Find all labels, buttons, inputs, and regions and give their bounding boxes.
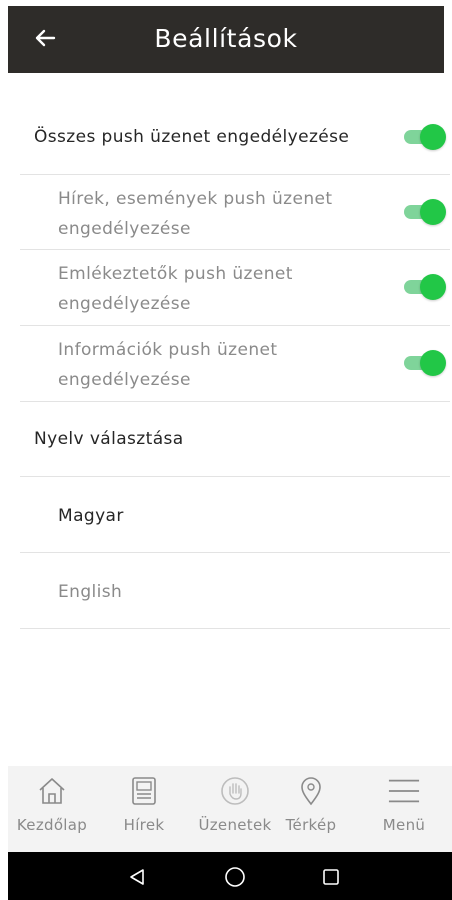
toggle-knob bbox=[420, 124, 446, 150]
toggle-knob bbox=[420, 199, 446, 225]
circle-home-icon bbox=[225, 867, 245, 887]
setting-info-push-label-line1: Információk push üzenet bbox=[58, 340, 278, 360]
nav-item-messages[interactable]: Üzenetek bbox=[192, 774, 278, 846]
setting-all-push-label: Összes push üzenet engedélyezése bbox=[34, 127, 350, 147]
home-icon bbox=[36, 774, 68, 808]
language-option-label: English bbox=[58, 582, 123, 602]
setting-all-push: Összes push üzenet engedélyezése bbox=[20, 100, 450, 175]
setting-reminder-push: Emlékeztetők push üzenet engedélyezése bbox=[20, 250, 450, 326]
language-option-english[interactable]: English bbox=[20, 553, 450, 629]
setting-news-push-label-line1: Hírek, események push üzenet bbox=[58, 189, 333, 209]
map-pin-icon bbox=[295, 774, 327, 808]
nav-label: Kezdőlap bbox=[16, 816, 88, 834]
system-recents-button[interactable] bbox=[318, 864, 344, 890]
toggle-knob bbox=[420, 350, 446, 376]
setting-news-push: Hírek, események push üzenet engedélyezé… bbox=[20, 175, 450, 250]
nav-item-news[interactable]: Hírek bbox=[109, 774, 179, 846]
nav-item-map[interactable]: Térkép bbox=[276, 774, 346, 846]
setting-reminder-push-label-line2: engedélyezése bbox=[58, 294, 191, 314]
language-header-label: Nyelv választása bbox=[34, 429, 184, 449]
square-recents-icon bbox=[323, 869, 339, 885]
triangle-back-icon bbox=[130, 869, 144, 885]
setting-news-push-label-line2: engedélyezése bbox=[58, 219, 191, 239]
language-option-magyar[interactable]: Magyar bbox=[20, 477, 450, 553]
reminder-push-toggle[interactable] bbox=[404, 274, 446, 300]
setting-info-push-label-line2: engedélyezése bbox=[58, 370, 191, 390]
menu-icon bbox=[388, 774, 420, 808]
nav-label: Menü bbox=[382, 816, 426, 834]
setting-reminder-push-label-line1: Emlékeztetők push üzenet bbox=[58, 264, 293, 284]
system-navigation-bar bbox=[8, 852, 452, 900]
all-push-toggle[interactable] bbox=[404, 124, 446, 150]
system-back-button[interactable] bbox=[124, 864, 150, 890]
nav-label: Térkép bbox=[285, 816, 337, 834]
nav-label: Üzenetek bbox=[198, 816, 272, 834]
app-header: Beállítások bbox=[8, 6, 444, 73]
language-option-label: Magyar bbox=[58, 506, 124, 526]
setting-info-push: Információk push üzenet engedélyezése bbox=[20, 326, 450, 402]
info-push-toggle[interactable] bbox=[404, 350, 446, 376]
language-section-header: Nyelv választása bbox=[20, 402, 450, 477]
nav-item-home[interactable]: Kezdőlap bbox=[9, 774, 95, 846]
nav-label: Hírek bbox=[123, 816, 165, 834]
toggle-knob bbox=[420, 274, 446, 300]
bottom-navigation: Kezdőlap Hírek Üzenetek Térkép Menü bbox=[8, 766, 452, 852]
nav-item-menu[interactable]: Menü bbox=[364, 774, 444, 846]
news-push-toggle[interactable] bbox=[404, 199, 446, 225]
system-home-button[interactable] bbox=[222, 864, 248, 890]
news-icon bbox=[128, 774, 160, 808]
page-title: Beállítások bbox=[154, 24, 298, 53]
hand-icon bbox=[219, 774, 251, 808]
